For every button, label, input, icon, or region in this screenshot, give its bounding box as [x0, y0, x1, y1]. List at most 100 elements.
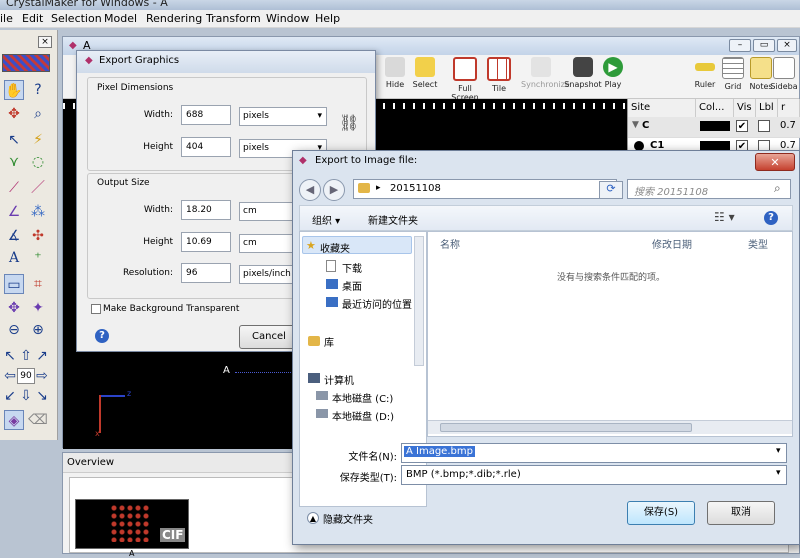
hide-folders-button[interactable]: 隐藏文件夹: [323, 511, 373, 526]
column-name[interactable]: 名称: [440, 236, 460, 251]
nav-desktop[interactable]: 桌面: [342, 278, 362, 293]
rotate-right-icon[interactable]: ⇨: [34, 366, 50, 386]
menu-window[interactable]: Window: [266, 12, 309, 25]
export-cancel-button[interactable]: Cancel: [239, 325, 299, 349]
eraser-icon[interactable]: ⌫: [28, 410, 48, 430]
angle-measure-icon[interactable]: ∠: [4, 202, 24, 222]
nav-downloads[interactable]: 下载: [342, 260, 362, 275]
organize-button[interactable]: 组织 ▾: [312, 212, 340, 227]
plane-tool-icon[interactable]: ✣: [28, 226, 48, 246]
column-lbl[interactable]: Lbl: [756, 99, 778, 117]
address-bar[interactable]: ▸ 20151108 ▾: [353, 179, 617, 199]
lasso-tool-icon[interactable]: ⋎: [4, 152, 24, 172]
zoom-in-icon[interactable]: ⊕: [28, 320, 48, 340]
view-options-icon[interactable]: ☷ ▾: [714, 210, 735, 224]
text-tool-icon[interactable]: A: [4, 248, 24, 268]
file-cancel-button[interactable]: 取消: [707, 501, 775, 525]
pixel-height-input[interactable]: 404: [181, 137, 231, 157]
column-radius[interactable]: r [Å: [778, 99, 800, 131]
resolution-input[interactable]: 96: [181, 263, 231, 283]
label-checkbox[interactable]: [758, 120, 770, 132]
collapse-icon[interactable]: ▼: [632, 120, 639, 130]
visible-checkbox[interactable]: ✔: [736, 120, 748, 132]
rotate-down-left-icon[interactable]: ↙: [2, 386, 18, 406]
frame-tool-icon[interactable]: ▭: [4, 274, 24, 294]
help-pointer-icon[interactable]: ?: [28, 80, 48, 100]
nav-favorites[interactable]: 收藏夹: [320, 240, 350, 255]
menu-edit[interactable]: Edit: [22, 12, 43, 25]
filename-input[interactable]: A Image.bmp: [404, 446, 475, 457]
back-icon[interactable]: ◀: [299, 179, 321, 201]
render-style-icon[interactable]: ◈: [4, 410, 24, 430]
structure-thumbnail[interactable]: CIF: [75, 499, 189, 549]
column-color[interactable]: Col...: [696, 99, 734, 117]
sidebar-button[interactable]: Sideba: [767, 57, 800, 91]
maximize-icon[interactable]: ▭: [753, 39, 775, 52]
new-folder-button[interactable]: 新建文件夹: [368, 212, 418, 227]
zoom-tool-icon[interactable]: ⌕: [28, 104, 48, 124]
nav-disk-c[interactable]: 本地磁盘 (C:): [332, 390, 393, 405]
output-width-input[interactable]: 18.20: [181, 200, 231, 220]
pixel-width-unit-select[interactable]: pixels: [239, 107, 327, 126]
palette-close-icon[interactable]: ×: [38, 36, 52, 48]
column-type[interactable]: 类型: [748, 236, 768, 251]
color-swatch[interactable]: [700, 121, 730, 131]
pixel-width-input[interactable]: 688: [181, 105, 231, 125]
filetype-select[interactable]: BMP (*.bmp;*.dib;*.rle) ▾: [401, 465, 787, 485]
line-tool-icon[interactable]: ／: [28, 178, 48, 198]
collapse-arrow-icon[interactable]: ▲: [307, 512, 319, 524]
column-modified[interactable]: 修改日期: [652, 236, 692, 251]
move-tool-icon[interactable]: ✥: [4, 104, 24, 124]
rotate-up-icon[interactable]: ⇧: [18, 346, 34, 366]
breadcrumb-arrow-icon[interactable]: ▸: [376, 183, 381, 193]
rotate-up-right-icon[interactable]: ↗: [34, 346, 50, 366]
rotate-down-icon[interactable]: ⇩: [18, 386, 34, 406]
save-button[interactable]: 保存(S): [627, 501, 695, 525]
menu-selection[interactable]: Selection: [51, 12, 102, 25]
menu-file[interactable]: ile: [0, 12, 13, 25]
menu-transform[interactable]: Transform: [206, 12, 261, 25]
menu-rendering[interactable]: Rendering: [146, 12, 202, 25]
structure-swatch[interactable]: [2, 54, 50, 72]
rotate-left-icon[interactable]: ⇦: [2, 366, 18, 386]
crop-tool-icon[interactable]: ⌗: [28, 274, 48, 294]
output-height-input[interactable]: 10.69: [181, 232, 231, 252]
column-site[interactable]: Site: [628, 99, 696, 117]
transparent-background-checkbox[interactable]: [91, 304, 101, 314]
rotate-up-left-icon[interactable]: ↖: [2, 346, 18, 366]
torsion-measure-icon[interactable]: ⁂: [28, 202, 48, 222]
hand-tool-icon[interactable]: ✋: [4, 80, 24, 100]
refresh-icon[interactable]: ⟳: [599, 181, 623, 199]
search-input[interactable]: 搜索 20151108: [634, 183, 708, 198]
column-vis[interactable]: Vis: [734, 99, 756, 117]
angle-tool-icon[interactable]: ∡: [4, 226, 24, 246]
scrollbar-thumb[interactable]: [440, 423, 692, 432]
filename-dropdown-icon[interactable]: ▾: [776, 446, 781, 456]
help-icon[interactable]: ?: [95, 329, 109, 343]
help-icon[interactable]: ?: [764, 211, 778, 225]
zoom-out-icon[interactable]: ⊖: [4, 320, 24, 340]
nav-scrollbar[interactable]: [414, 236, 424, 366]
close-icon[interactable]: ✕: [755, 153, 795, 171]
bond-tool-icon[interactable]: ⟋: [4, 178, 24, 198]
filename-field[interactable]: A Image.bmp ▾: [401, 443, 787, 463]
select-button[interactable]: Select: [405, 57, 445, 89]
menu-model[interactable]: Model: [104, 12, 137, 25]
synchronize-button[interactable]: Synchronize: [521, 57, 570, 89]
lightning-tool-icon[interactable]: ⚡: [28, 130, 48, 150]
rotate-plane-icon[interactable]: ✦: [28, 298, 48, 318]
filetype-dropdown-icon[interactable]: ▾: [776, 468, 781, 478]
table-row[interactable]: ▼ C ✔ 0.7: [628, 117, 800, 138]
close-icon[interactable]: ×: [777, 39, 797, 52]
rotate-down-right-icon[interactable]: ↘: [34, 386, 50, 406]
forward-icon[interactable]: ▶: [323, 179, 345, 201]
rotate-xyz-icon[interactable]: ✥: [4, 298, 24, 318]
menu-help[interactable]: Help: [315, 12, 340, 25]
play-button[interactable]: ▶ Play: [593, 57, 633, 89]
constrain-proportions-link-icon[interactable]: ⛓: [339, 113, 359, 132]
select-arrow-icon[interactable]: ↖: [4, 130, 24, 150]
search-box[interactable]: 搜索 20151108 ⌕: [627, 179, 791, 199]
rotate-angle-field[interactable]: 90: [17, 368, 35, 384]
nav-computer[interactable]: 计算机: [324, 372, 354, 387]
nav-recent-places[interactable]: 最近访问的位置: [342, 296, 412, 311]
